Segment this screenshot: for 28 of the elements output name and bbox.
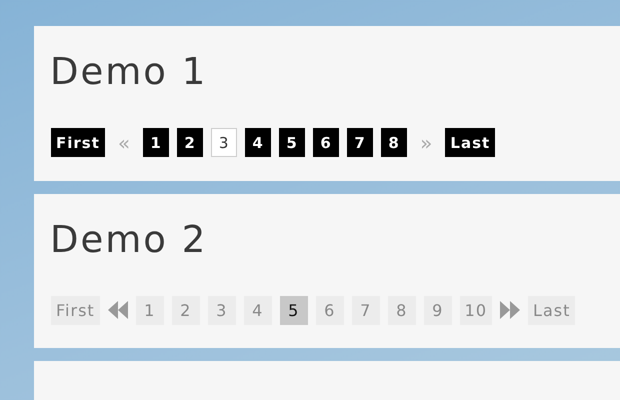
page-button[interactable]: 5 (279, 128, 306, 157)
page-button[interactable]: 1 (136, 296, 164, 325)
arrow-link[interactable]: « (112, 130, 136, 154)
fast-forward-icon[interactable] (499, 300, 522, 320)
arrow-link[interactable]: » (414, 130, 438, 154)
pager-button[interactable]: Last (528, 296, 576, 325)
page-button[interactable]: 2 (172, 296, 200, 325)
page-button[interactable]: 6 (316, 296, 344, 325)
page-button[interactable]: 10 (460, 296, 492, 325)
page-button[interactable]: 8 (381, 128, 408, 157)
pager-button[interactable]: First (51, 296, 100, 325)
page-button[interactable]: 6 (313, 128, 340, 157)
page-button[interactable]: 9 (424, 296, 452, 325)
pager-button[interactable]: Last (445, 128, 496, 157)
pager-button[interactable]: First (51, 128, 105, 157)
page-button[interactable]: 7 (347, 128, 374, 157)
rewind-icon[interactable] (106, 300, 129, 320)
demo-title: Demo 1 (50, 50, 208, 94)
page-button[interactable]: 4 (244, 296, 272, 325)
demo-title: Demo 2 (50, 218, 208, 262)
page-button[interactable]: 5 (280, 296, 308, 325)
page-button[interactable]: 1 (143, 128, 170, 157)
page-button[interactable]: 8 (388, 296, 416, 325)
page-button[interactable]: 7 (352, 296, 380, 325)
page-button[interactable]: 3 (211, 128, 238, 157)
page-button[interactable]: 3 (208, 296, 236, 325)
page-button[interactable]: 4 (245, 128, 272, 157)
page-button[interactable]: 2 (177, 128, 204, 157)
